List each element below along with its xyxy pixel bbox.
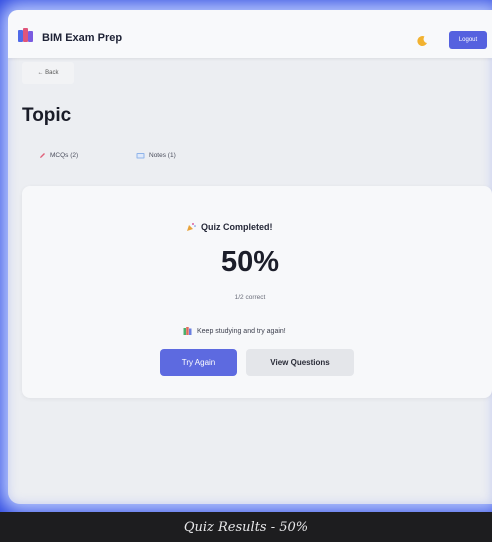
logout-button[interactable]: Logout	[449, 31, 487, 49]
correct-count: 1/2 correct	[234, 294, 266, 301]
score-percent: 50%	[220, 246, 280, 278]
tab-notes-label: Notes (1)	[149, 151, 176, 159]
moon-icon[interactable]	[416, 35, 428, 47]
notebook-icon	[136, 152, 145, 158]
window-frame: BIM Exam Prep Logout ← Back Topic MCQs (…	[0, 0, 492, 512]
encouragement-message: Keep studying and try again!	[183, 326, 286, 336]
app-page: BIM Exam Prep Logout ← Back Topic MCQs (…	[8, 10, 492, 504]
tab-mcqs-label: MCQs (2)	[50, 151, 79, 159]
try-again-button[interactable]: Try Again	[160, 349, 237, 376]
pencil-icon	[40, 152, 45, 158]
top-navbar: BIM Exam Prep Logout	[8, 10, 492, 58]
view-questions-button[interactable]: View Questions	[246, 349, 354, 376]
message-text: Keep studying and try again!	[197, 327, 286, 335]
app-title: BIM Exam Prep	[42, 32, 123, 44]
result-heading-text: Quiz Completed!	[201, 222, 273, 232]
party-popper-icon	[187, 223, 196, 231]
tab-mcqs[interactable]: MCQs (2)	[39, 148, 78, 162]
tab-notes[interactable]: Notes (1)	[136, 148, 176, 162]
books-icon	[183, 327, 192, 335]
caption-bar: Quiz Results - 50%	[0, 512, 492, 542]
page-title: Topic	[22, 105, 72, 126]
back-button[interactable]: ← Back	[22, 62, 74, 84]
books-icon	[18, 28, 34, 42]
result-heading: Quiz Completed!	[186, 221, 273, 233]
